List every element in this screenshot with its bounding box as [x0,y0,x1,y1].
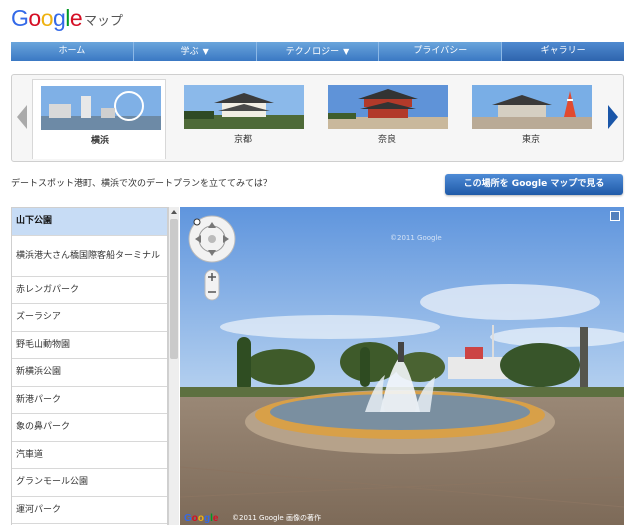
place-list-item[interactable]: 象の鼻パーク [12,414,167,442]
nav-item-label: 学ぶ [180,47,199,57]
gallery-item-caption: 京都 [233,135,252,145]
google-logo[interactable]: Google [11,5,83,32]
gallery-prev-arrow-icon[interactable] [16,105,28,129]
place-list-item[interactable]: 山下公園 [12,208,167,236]
place-list-item[interactable]: 横浜港大さん橋国際客船ターミナル [12,236,167,277]
chevron-down-icon: ▼ [202,47,209,56]
nav-item-label: プライバシー [413,46,468,56]
footer-logo-letter: e [212,513,219,524]
nav-item-label: テクノロジー [285,47,340,57]
kyoto-thumbnail [184,85,304,129]
place-list-item[interactable]: 新港パーク [12,387,167,414]
logo-letter: G [11,5,29,31]
nav-item-0[interactable]: ホーム [11,42,134,61]
open-in-google-maps-button[interactable]: この場所を Google マップで見る [445,174,623,195]
place-list-item[interactable]: 野毛山動物園 [12,332,167,359]
place-list-item[interactable]: ズーラシア [12,304,167,332]
footer-logo-letter: G [184,513,192,524]
yokohama-thumbnail [41,86,161,130]
nav-item-4[interactable]: ギャラリー [502,42,624,61]
hand-icon [208,235,216,243]
gallery-item-3[interactable]: 東京 [464,79,598,159]
place-list-item[interactable]: 新横浜公園 [12,359,167,387]
gallery-item-2[interactable]: 奈良 [320,79,454,159]
imagery-watermark: ©2011 Google [390,234,442,242]
nav-item-1[interactable]: 学ぶ ▼ [134,42,257,61]
description-text: デートスポット港町、横浜で次のデートプランを立ててみては？ [11,179,272,189]
logo-letter: o [40,5,54,31]
city-gallery: 横浜 京都 奈良 東京 [11,74,624,162]
gallery-item-caption: 奈良 [377,135,396,145]
place-list-item[interactable]: グランモール公園 [12,469,167,497]
nav-item-label: ホーム [58,46,86,56]
nav-item-2[interactable]: テクノロジー ▼ [257,42,380,61]
fullscreen-icon[interactable] [610,211,620,221]
scroll-up-icon[interactable] [171,210,177,214]
copyright-text: ©2011 Google 画像の著作 [232,514,321,522]
gallery-item-1[interactable]: 京都 [176,79,310,159]
nav-item-3[interactable]: プライバシー [379,42,503,61]
place-list-scrollbar[interactable] [168,207,179,525]
logo-letter: g [52,5,66,31]
nav-item-label: ギャラリー [540,46,586,56]
place-list-item[interactable]: 運河パーク [12,497,167,524]
street-view-scene: ©2011 Google [180,207,624,525]
compass-icon [193,218,201,226]
place-list-item[interactable]: 汽車道 [12,442,167,469]
google-footer-logo[interactable]: Google [184,513,218,524]
nara-thumbnail [328,85,448,129]
scrollbar-thumb[interactable] [170,219,178,359]
place-list: 山下公園 横浜港大さん橋国際客船ターミナル 赤レンガパーク ズーラシア 野毛山動物園 新横… [11,207,168,525]
chevron-down-icon: ▼ [343,47,350,56]
gallery-item-caption: 東京 [521,135,540,145]
place-list-item[interactable]: 赤レンガパーク [12,277,167,304]
page-header: Google マップ [0,0,640,40]
navigation-control[interactable] [186,213,238,305]
gallery-item-0[interactable]: 横浜 [32,79,166,159]
gallery-item-caption: 横浜 [90,136,109,146]
logo-subtitle: マップ [84,14,124,29]
logo-letter: e [69,5,83,31]
tokyo-thumbnail [472,85,592,129]
logo-letter: o [28,5,41,31]
main-navigation: ホーム 学ぶ ▼ テクノロジー ▼ プライバシー ギャラリー [11,42,624,61]
street-view-panorama[interactable]: ©2011 Google Google ©2011 Google 画像の著作 [180,207,624,525]
gallery-next-arrow-icon[interactable] [607,105,619,129]
